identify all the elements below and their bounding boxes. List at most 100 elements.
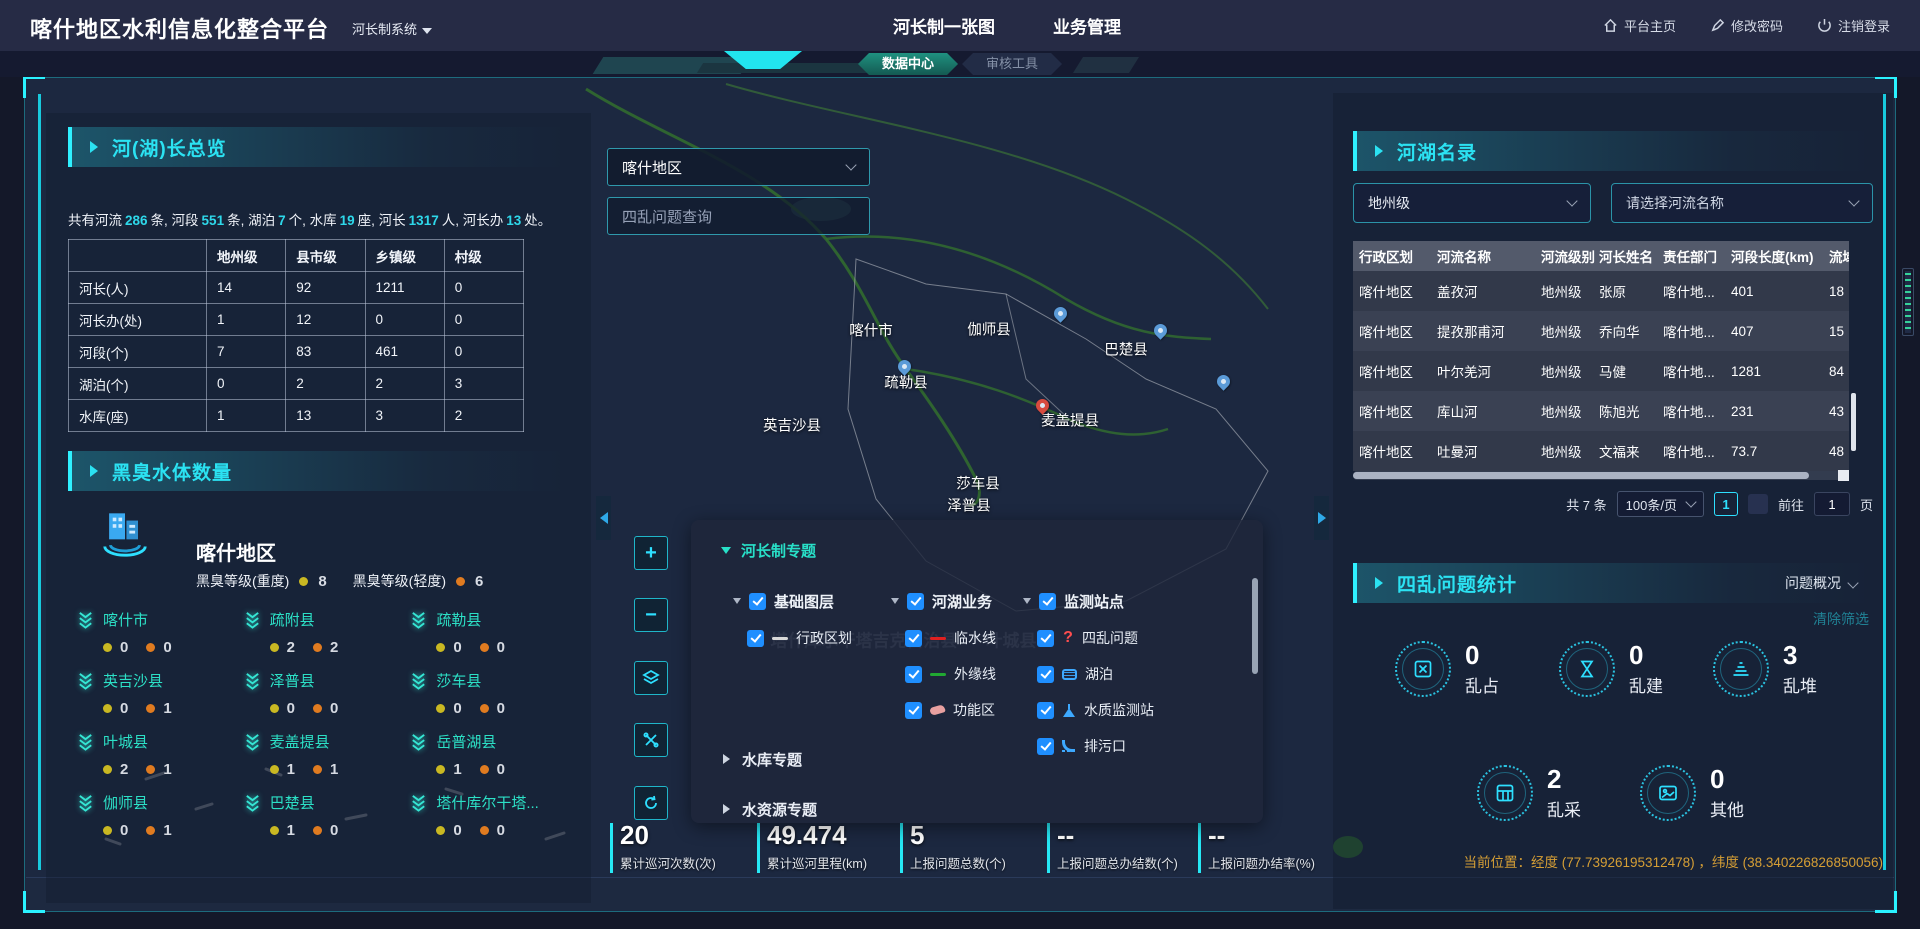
layer-item[interactable]: 四乱问题 — [1023, 620, 1223, 656]
layer-item[interactable]: 临水线 — [891, 620, 1031, 656]
county-item[interactable]: 巴楚县 1 0 — [243, 792, 410, 839]
collapse-left-arrow[interactable] — [596, 496, 611, 540]
grid-icon — [1494, 782, 1516, 804]
light-dot-icon — [313, 826, 322, 835]
layer-item[interactable]: 湖泊 — [1023, 656, 1223, 692]
county-item[interactable]: 莎车县 0 0 — [409, 670, 576, 717]
table-row[interactable]: 喀什地区 提孜那甫河 地州级 乔向华 喀什地... 407 15 — [1353, 311, 1849, 351]
pager-extra-button[interactable] — [1748, 494, 1768, 514]
current-page-button[interactable]: 1 — [1714, 492, 1738, 516]
county-item[interactable]: 麦盖提县 1 1 — [243, 731, 410, 778]
arrow-right-icon — [1375, 577, 1383, 589]
section-title: 河湖名录 — [1397, 138, 1477, 165]
layer-panel-scrollbar[interactable] — [1252, 578, 1258, 674]
home-icon — [1603, 18, 1618, 33]
section-title: 四乱问题统计 — [1397, 570, 1517, 597]
checkbox[interactable] — [905, 666, 922, 683]
checkbox[interactable] — [907, 593, 924, 610]
horizontal-scrollbar[interactable] — [1353, 471, 1849, 480]
checkbox[interactable] — [1037, 702, 1054, 719]
layer-item[interactable]: 排污口 — [1023, 728, 1223, 764]
light-dot-icon — [456, 577, 465, 586]
overview-section-header: 河(湖)长总览 — [68, 127, 568, 167]
county-item[interactable]: 喀什市 0 0 — [76, 609, 243, 656]
layer-item[interactable]: 功能区 — [891, 692, 1031, 728]
frame-corner — [23, 891, 45, 913]
tab-strip: 数据中心审核工具 — [0, 51, 1920, 77]
checkbox[interactable] — [905, 702, 922, 719]
level-select[interactable]: 地州级 — [1353, 183, 1591, 223]
checkbox[interactable] — [1037, 738, 1054, 755]
table-row[interactable]: 喀什地区 叶尔羌河 地州级 马健 喀什地... 1281 84 — [1353, 351, 1849, 391]
user-link[interactable]: 修改密码 — [1710, 16, 1783, 35]
zoom-in-button[interactable]: + — [634, 536, 668, 570]
table-row[interactable]: 喀什地区 库山河 地州级 陈旭光 喀什地... 231 43 — [1353, 391, 1849, 431]
county-item[interactable]: 泽普县 0 0 — [243, 670, 410, 717]
table-row[interactable]: 喀什地区 盖孜河 地州级 张原 喀什地... 401 18 — [1353, 271, 1849, 311]
system-select[interactable]: 河长制系统 — [352, 19, 432, 38]
chevron-down-icon — [1566, 195, 1577, 206]
map-city-label: 伽师县 — [967, 319, 1011, 340]
map-problem-search-input[interactable]: 四乱问题查询 — [607, 197, 870, 235]
river-name-select[interactable]: 请选择河流名称 — [1611, 183, 1873, 223]
map-legend-widget[interactable] — [1902, 268, 1914, 336]
layer-item[interactable]: 外缘线 — [891, 656, 1031, 692]
region-building-icon — [96, 509, 154, 566]
frame-corner — [1875, 76, 1897, 98]
county-emblem-icon — [243, 732, 262, 751]
collapse-right-arrow[interactable] — [1314, 496, 1329, 540]
county-item[interactable]: 伽师县 0 1 — [76, 792, 243, 839]
measure-tool-button[interactable] — [634, 723, 668, 757]
layer-group-header[interactable]: 基础图层 — [733, 582, 883, 620]
stat-ring — [1477, 765, 1533, 821]
chevron-down-icon — [422, 28, 432, 34]
user-link[interactable]: 平台主页 — [1603, 16, 1676, 35]
layer-group-header[interactable]: 河湖业务 — [891, 582, 1031, 620]
goto-page-input[interactable]: 1 — [1814, 492, 1850, 516]
checkbox[interactable] — [905, 630, 922, 647]
tab[interactable]: 数据中心 — [858, 53, 958, 75]
county-item[interactable]: 岳普湖县 1 0 — [409, 731, 576, 778]
checkbox[interactable] — [749, 593, 766, 610]
checkbox[interactable] — [1037, 666, 1054, 683]
county-item[interactable]: 英吉沙县 0 1 — [76, 670, 243, 717]
caret-down-icon — [1023, 598, 1031, 604]
caret-right-icon — [723, 804, 730, 814]
theme-row[interactable]: 水资源专题 — [723, 784, 817, 823]
page-size-select[interactable]: 100条/页 — [1617, 491, 1704, 517]
refresh-button[interactable] — [634, 786, 668, 820]
frame-corner — [1875, 891, 1897, 913]
layer-item[interactable]: 水质监测站 — [1023, 692, 1223, 728]
layer-item[interactable]: 行政区划 — [733, 620, 883, 656]
clear-filter-link[interactable]: 清除筛选 — [1813, 609, 1869, 629]
zoom-out-button[interactable]: − — [634, 598, 668, 632]
problem-overview-select[interactable]: 问题概况 — [1785, 573, 1857, 593]
theme-row[interactable]: 水库专题 — [723, 734, 817, 784]
county-item[interactable]: 疏勒县 0 0 — [409, 609, 576, 656]
table-row[interactable]: 喀什地区 吐曼河 地州级 文福来 喀什地... 73.7 48 — [1353, 431, 1849, 471]
collapsed-themes: 水库专题 水资源专题 — [723, 734, 817, 823]
layer-panel-title[interactable]: 河长制专题 — [721, 540, 816, 561]
checkbox[interactable] — [1037, 630, 1054, 647]
county-item[interactable]: 叶城县 2 1 — [76, 731, 243, 778]
frame-corner — [23, 76, 45, 98]
nav-item[interactable]: 业务管理 — [1053, 13, 1121, 38]
map-city-label: 疏勒县 — [884, 372, 928, 393]
severe-dot-icon — [103, 765, 112, 774]
map-region-select[interactable]: 喀什地区 — [607, 148, 870, 186]
total-count: 共 7 条 — [1566, 495, 1606, 514]
checkbox[interactable] — [747, 630, 764, 647]
layers-button[interactable] — [634, 661, 668, 695]
county-item[interactable]: 塔什库尔干塔... 0 0 — [409, 792, 576, 839]
light-dot-icon — [480, 826, 489, 835]
tab[interactable]: 审核工具 — [962, 53, 1062, 75]
main-frame: 喀什市伽师县巴楚县疏勒县麦盖提县英吉沙县莎车县泽普县塔什库尔干塔吉克自治县叶城县… — [24, 77, 1896, 912]
nav-item[interactable]: 河长制一张图 — [893, 13, 995, 38]
layer-swatch-icon — [772, 637, 788, 640]
vertical-scrollbar[interactable] — [1851, 393, 1856, 451]
user-link[interactable]: 注销登录 — [1817, 16, 1890, 35]
checkbox[interactable] — [1039, 593, 1056, 610]
layer-group-header[interactable]: 监测站点 — [1023, 582, 1223, 620]
table-row: 水库(座) 1 13 3 2 — [69, 400, 524, 432]
county-item[interactable]: 疏附县 2 2 — [243, 609, 410, 656]
